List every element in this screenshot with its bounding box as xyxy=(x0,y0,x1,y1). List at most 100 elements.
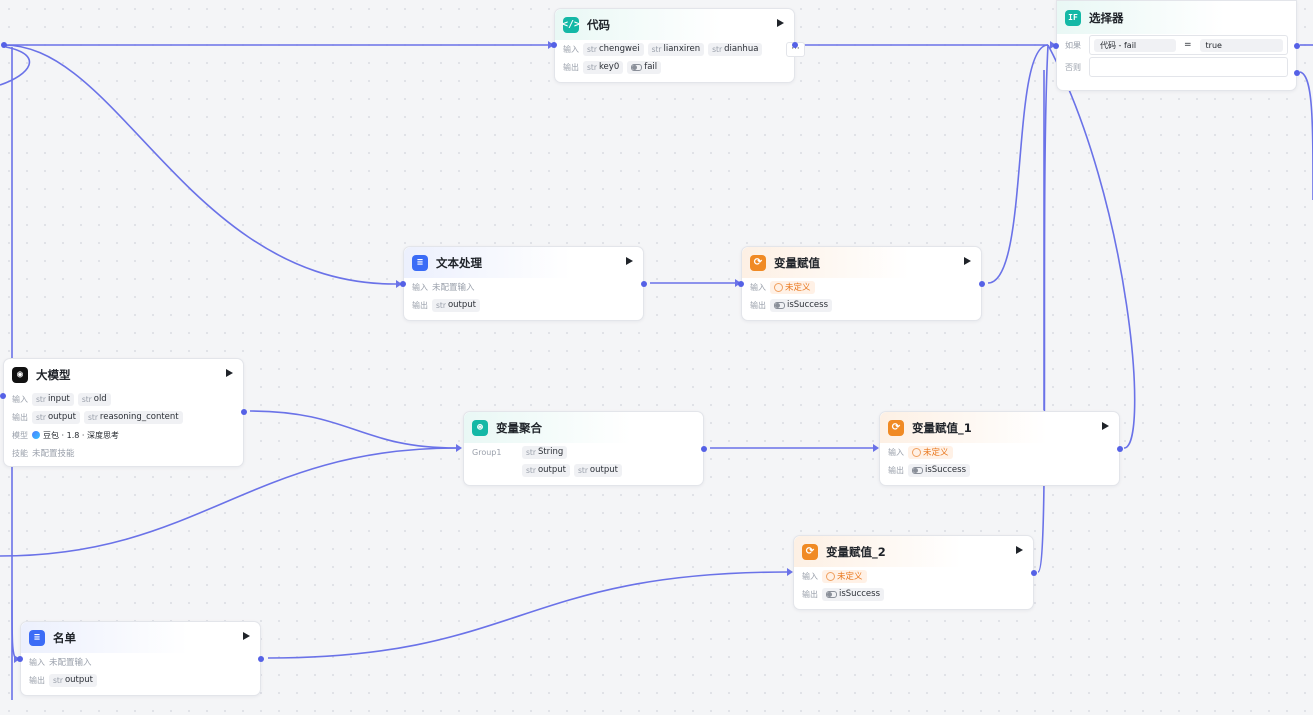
input-label: 输入 xyxy=(802,571,818,581)
assign-icon: ⟳ xyxy=(802,543,818,560)
text-process-header[interactable]: ≡ 文本处理 xyxy=(404,247,643,278)
warning-icon xyxy=(774,282,783,292)
if-output-port[interactable] xyxy=(1294,43,1300,49)
model-name: 豆包 · 1.8 · 深度思考 xyxy=(43,430,119,440)
start-output-port[interactable] xyxy=(1,42,7,48)
edge-selector-else-out xyxy=(1299,71,1313,201)
skill-label: 技能 xyxy=(12,448,28,458)
run-icon[interactable] xyxy=(964,257,971,265)
output-port[interactable] xyxy=(641,281,647,287)
else-box[interactable] xyxy=(1089,57,1288,77)
code-node[interactable]: </> 代码 输入 str chengwei str lianxiren str di… xyxy=(551,8,805,83)
run-icon[interactable] xyxy=(777,19,784,27)
if-label: 如果 xyxy=(1065,40,1081,50)
selector-node[interactable]: IF 选择器 如果 代码 - fail = true 否则 xyxy=(1053,0,1300,91)
output-var: fail xyxy=(627,60,662,74)
selector-node-header[interactable]: IF 选择器 xyxy=(1057,1,1296,34)
condition-left[interactable]: 代码 - fail xyxy=(1094,38,1176,52)
input-port[interactable] xyxy=(17,656,23,662)
assign-node[interactable]: ⟳ 变量赋值 输入 未定义 输出 isSuccess xyxy=(738,246,985,321)
output-label: 输出 xyxy=(563,62,579,72)
assign1-input-row: 输入 未定义 xyxy=(880,443,1119,461)
text-process-node[interactable]: ≡ 文本处理 输入 未配置输入 输出 str output xyxy=(400,246,647,321)
assign2-header[interactable]: ⟳ 变量赋值_2 xyxy=(794,536,1033,567)
input-port[interactable] xyxy=(0,393,6,399)
input-placeholder: 未配置输入 xyxy=(432,283,475,293)
assign2-node[interactable]: ⟳ 变量赋值_2 输入 未定义 输出 isSuccess xyxy=(793,535,1037,610)
model-icon xyxy=(32,431,40,439)
output-var: isSuccess xyxy=(908,463,971,477)
output-port[interactable] xyxy=(241,409,247,415)
output-var: str output xyxy=(49,673,97,687)
else-output-port[interactable] xyxy=(1294,70,1300,76)
output-port[interactable] xyxy=(1117,446,1123,452)
output-var: str key0 xyxy=(583,60,624,74)
output-var: str output xyxy=(432,298,480,312)
group-item: str output xyxy=(522,463,570,477)
assign2-output-row: 输出 isSuccess xyxy=(794,585,1033,603)
aggregate-header[interactable]: ⊛ 变量聚合 xyxy=(464,412,703,443)
edge-start-to-list xyxy=(11,599,17,660)
llm-outputs-row: 输出 str output str reasoning_content xyxy=(4,408,243,426)
output-var: isSuccess xyxy=(822,587,885,601)
edge-list-to-assign2 xyxy=(267,571,788,659)
output-label: 输出 xyxy=(29,675,45,685)
run-icon[interactable] xyxy=(1102,422,1109,430)
input-label: 输入 xyxy=(888,447,904,457)
if-icon: IF xyxy=(1065,9,1081,26)
selector-if-row: 如果 代码 - fail = true xyxy=(1057,34,1296,56)
edge-start-curve xyxy=(0,46,31,86)
output-port[interactable] xyxy=(979,281,985,287)
input-port[interactable] xyxy=(738,281,744,287)
list-header[interactable]: ≡ 名单 xyxy=(21,622,260,653)
aggregate-group-row: Group1 str String xyxy=(464,443,703,461)
condition-operator[interactable]: = xyxy=(1184,40,1192,50)
input-var: str chengwei xyxy=(583,42,644,56)
input-var: str dianhua xyxy=(708,42,763,56)
else-label: 否则 xyxy=(1065,62,1081,72)
assign-icon: ⟳ xyxy=(750,254,766,271)
output-port[interactable] xyxy=(1031,570,1037,576)
assign1-node[interactable]: ⟳ 变量赋值_1 输入 未定义 输出 isSuccess xyxy=(879,411,1123,486)
input-var: str old xyxy=(77,392,111,406)
run-icon[interactable] xyxy=(626,257,633,265)
output-var: str reasoning_content xyxy=(83,410,183,424)
input-port[interactable] xyxy=(1053,43,1059,49)
edge-assign-to-selector xyxy=(987,44,1049,284)
output-port[interactable] xyxy=(701,446,707,452)
code-node-header[interactable]: </> 代码 xyxy=(555,9,794,40)
run-icon[interactable] xyxy=(226,369,233,377)
llm-inputs-row: 输入 str input str old xyxy=(4,390,243,408)
llm-header[interactable]: ◉ 大模型 xyxy=(4,359,243,390)
boolean-icon xyxy=(826,590,837,598)
boolean-icon xyxy=(774,301,785,309)
llm-model-row: 模型 豆包 · 1.8 · 深度思考 xyxy=(4,426,243,444)
run-icon[interactable] xyxy=(243,632,250,640)
assign-title: 变量赋值 xyxy=(774,255,820,270)
warning-icon xyxy=(826,571,835,581)
run-icon[interactable] xyxy=(1016,546,1023,554)
selector-else-row: 否则 xyxy=(1057,56,1296,78)
input-port[interactable] xyxy=(400,281,406,287)
output-port[interactable] xyxy=(258,656,264,662)
aggregate-icon: ⊛ xyxy=(472,419,488,436)
edge-assign1-to-selector xyxy=(1047,44,1136,449)
text-process-input-row: 输入 未配置输入 xyxy=(404,278,643,296)
condition-right[interactable]: true xyxy=(1199,38,1283,52)
output-label: 输出 xyxy=(412,300,428,310)
llm-title: 大模型 xyxy=(36,367,71,382)
llm-node[interactable]: ◉ 大模型 输入 str input str old 输出 str output st… xyxy=(0,358,247,467)
output-label: 输出 xyxy=(802,589,818,599)
aggregate-node[interactable]: ⊛ 变量聚合 Group1 str String str output str out… xyxy=(463,411,707,486)
output-port[interactable] xyxy=(792,42,798,48)
assign1-header[interactable]: ⟳ 变量赋值_1 xyxy=(880,412,1119,443)
list-node[interactable]: ≡ 名单 输入 未配置输入 输出 str output xyxy=(17,621,264,696)
input-label: 输入 xyxy=(412,282,428,292)
condition-box[interactable]: 代码 - fail = true xyxy=(1089,35,1288,55)
input-port[interactable] xyxy=(551,42,557,48)
output-label: 输出 xyxy=(12,412,28,422)
assign-output-row: 输出 isSuccess xyxy=(742,296,981,314)
edge-start-to-textproc xyxy=(3,44,397,285)
assign-header[interactable]: ⟳ 变量赋值 xyxy=(742,247,981,278)
group-type: str String xyxy=(522,445,568,459)
